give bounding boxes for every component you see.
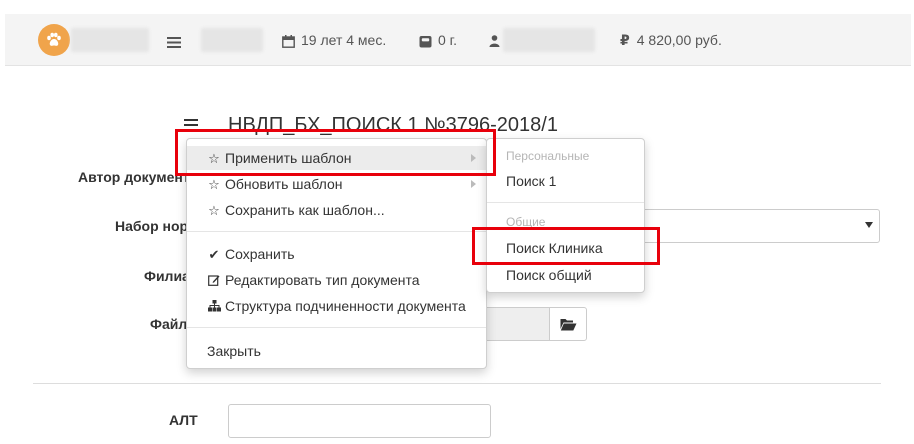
avatar[interactable] [38, 24, 70, 56]
menu-item-label: Обновить шаблон [225, 176, 343, 192]
chevron-right-icon [471, 180, 476, 188]
ruble-icon: ₽ [620, 32, 630, 48]
balance-indicator: ₽4 820,00 руб. [620, 14, 722, 66]
menu-item-edit-doc-type[interactable]: Редактировать тип документа [187, 268, 486, 292]
age-text: 19 лет 4 мес. [301, 32, 387, 48]
calendar-icon [282, 34, 295, 48]
menu-item-label: Структура подчиненности документа [225, 298, 466, 314]
top-bar: 19 лет 4 мес. 0 г. ₽4 820,00 руб. [5, 14, 911, 66]
star-outline-icon: ☆ [208, 151, 220, 166]
menu-separator [187, 231, 486, 232]
menu-item-label: Редактировать тип документа [225, 272, 420, 288]
menu-item-label: Сохранить [225, 246, 295, 262]
file-input[interactable] [486, 307, 549, 341]
checkmark-icon: ✔ [208, 247, 220, 262]
menu-item-label: Закрыть [207, 343, 261, 359]
file-label: Файл [150, 316, 188, 332]
user-name-blurred [71, 28, 149, 52]
sitemap-icon [207, 295, 221, 319]
briefcase-icon [419, 35, 432, 48]
menu-item-close[interactable]: Закрыть [187, 339, 486, 363]
document-menu-button[interactable] [184, 119, 198, 134]
menu-toggle-button[interactable] [167, 35, 181, 51]
paw-icon [47, 32, 61, 46]
edit-icon [207, 269, 221, 293]
submenu-header-common: Общие [506, 215, 546, 229]
menu-item-apply-template[interactable]: ☆ Применить шаблон [187, 146, 486, 170]
star-outline-icon: ☆ [208, 177, 220, 192]
browse-file-button[interactable] [549, 307, 587, 341]
submenu-item-search-1[interactable]: Поиск 1 [487, 169, 644, 193]
menu-item-label: Применить шаблон [225, 150, 352, 166]
template-submenu: Персональные Поиск 1 Общие Поиск Клиника… [486, 138, 645, 293]
menu-item-doc-structure[interactable]: Структура подчиненности документа [187, 294, 486, 318]
submenu-item-search-clinic[interactable]: Поиск Клиника [487, 236, 644, 260]
document-context-menu: ☆ Применить шаблон ☆ Обновить шаблон ☆ Сохр… [186, 138, 487, 369]
menu-item-save-as-template[interactable]: ☆ Сохранить как шаблон... [187, 198, 486, 222]
alt-input[interactable] [228, 404, 491, 438]
user-icon [489, 35, 500, 48]
folder-open-icon [560, 318, 576, 330]
menu-item-label: Сохранить как шаблон... [225, 202, 385, 218]
star-outline-icon: ☆ [208, 203, 220, 218]
author-label: Автор документа [78, 169, 198, 185]
submenu-separator [487, 202, 644, 203]
caret-down-icon [865, 222, 873, 228]
chevron-right-icon [471, 154, 476, 162]
submenu-item-search-general[interactable]: Поиск общий [487, 263, 644, 287]
experience-text: 0 г. [438, 32, 457, 48]
menu-item-update-template[interactable]: ☆ Обновить шаблон [187, 172, 486, 196]
menu-item-save[interactable]: ✔ Сохранить [187, 242, 486, 266]
submenu-header-personal: Персональные [506, 149, 590, 163]
document-title: НВДП_БХ_ПОИСК 1 №3796-2018/1 [228, 114, 558, 136]
alt-label: АЛТ [169, 412, 198, 428]
branch-label: Филиа [144, 268, 190, 284]
org-name-blurred [201, 28, 263, 52]
balance-text: 4 820,00 руб. [636, 32, 722, 48]
section-divider [33, 383, 881, 384]
experience-indicator: 0 г. [419, 14, 457, 66]
user-login-blurred [503, 28, 595, 52]
age-indicator: 19 лет 4 мес. [282, 14, 386, 66]
hamburger-icon [167, 37, 181, 48]
norm-set-label: Набор нор [115, 218, 189, 234]
menu-separator [187, 327, 486, 328]
